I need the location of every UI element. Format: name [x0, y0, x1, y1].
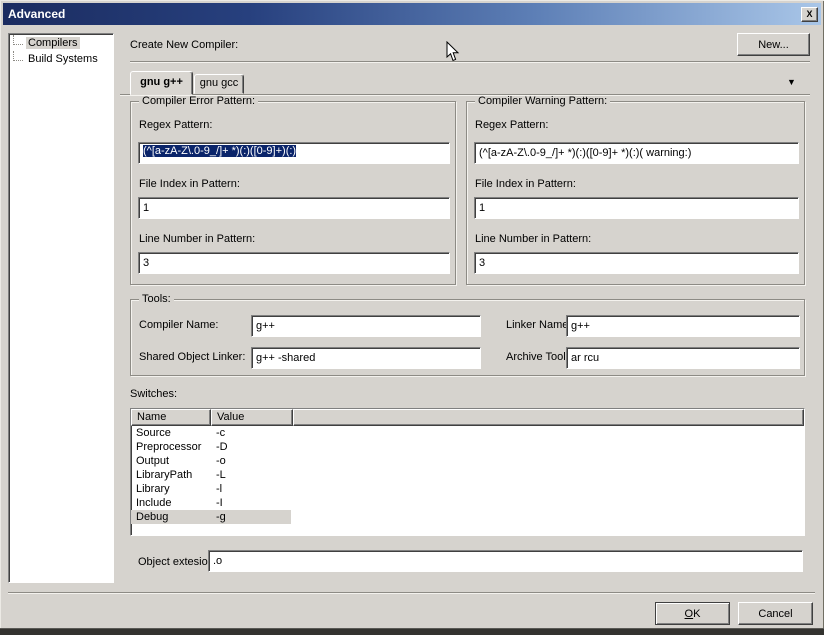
regex-pattern-label: Regex Pattern: — [475, 119, 548, 131]
line-number-label: Line Number in Pattern: — [475, 233, 591, 245]
tree-branch-icon — [13, 35, 23, 45]
table-row[interactable]: Output-o — [131, 454, 804, 468]
error-line-number-input[interactable] — [138, 252, 450, 274]
advanced-dialog: Advanced X Compilers Build Systems Creat… — [0, 0, 824, 635]
object-extension-label: Object extesion: — [138, 556, 217, 568]
tree-branch-icon — [13, 51, 23, 61]
tabstrip-baseline — [120, 94, 810, 96]
tools-group: Tools: Compiler Name: Linker Name: Share… — [130, 299, 805, 376]
switch-value: -o — [211, 454, 226, 468]
archive-tool-label: Archive Tool: — [506, 351, 569, 363]
switches-label: Switches: — [130, 388, 177, 400]
group-title: Tools: — [139, 293, 174, 305]
switch-name: Library — [131, 482, 211, 496]
switch-value: -l — [211, 482, 222, 496]
switch-name: Source — [131, 426, 211, 440]
file-index-label: File Index in Pattern: — [139, 178, 240, 190]
header-separator — [130, 61, 810, 63]
compiler-error-pattern-group: Compiler Error Pattern: Regex Pattern: (… — [130, 101, 456, 285]
switch-name: Preprocessor — [131, 440, 211, 454]
regex-pattern-label: Regex Pattern: — [139, 119, 212, 131]
sidebar-item-build-systems[interactable]: Build Systems — [13, 51, 113, 66]
switch-value: -D — [211, 440, 228, 454]
object-extension-input[interactable] — [208, 550, 803, 572]
line-number-label: Line Number in Pattern: — [139, 233, 255, 245]
warning-file-index-input[interactable] — [474, 197, 799, 219]
file-index-label: File Index in Pattern: — [475, 178, 576, 190]
ok-button[interactable]: OK — [655, 602, 730, 625]
column-header-filler — [293, 409, 804, 426]
switches-table-header: Name Value — [131, 409, 804, 426]
compiler-warning-pattern-group: Compiler Warning Pattern: Regex Pattern:… — [466, 101, 805, 285]
tab-label: gnu gcc — [200, 77, 239, 89]
group-title: Compiler Error Pattern: — [139, 95, 258, 107]
selected-text: (^[a-zA-Z\.0-9_/]+ *)(:)([0-9]+)(:) — [143, 145, 296, 157]
warning-line-number-input[interactable] — [474, 252, 799, 274]
cancel-button[interactable]: Cancel — [738, 602, 813, 625]
tab-label: gnu g++ — [140, 76, 183, 88]
switch-value: -I — [211, 496, 223, 510]
mouse-cursor-icon — [446, 41, 460, 62]
linker-name-input[interactable] — [566, 315, 800, 337]
footer-separator — [8, 592, 815, 594]
column-header-value[interactable]: Value — [211, 409, 293, 426]
close-button[interactable]: X — [801, 7, 818, 22]
sidebar-item-label: Build Systems — [26, 53, 100, 65]
switch-value: -g — [211, 510, 226, 524]
switch-value: -L — [211, 468, 226, 482]
column-header-name[interactable]: Name — [131, 409, 211, 426]
create-new-compiler-label: Create New Compiler: — [130, 39, 238, 51]
shared-object-linker-input[interactable] — [251, 347, 481, 369]
linker-name-label: Linker Name: — [506, 319, 571, 331]
compiler-name-input[interactable] — [251, 315, 481, 337]
table-row[interactable]: Include-I — [131, 496, 804, 510]
sidebar-item-compilers[interactable]: Compilers — [13, 35, 113, 50]
warning-regex-input[interactable] — [474, 142, 799, 164]
bottom-window-edge — [0, 628, 824, 635]
table-row[interactable]: Source-c — [131, 426, 804, 440]
titlebar[interactable]: Advanced X — [3, 3, 821, 25]
switch-name: Output — [131, 454, 211, 468]
sidebar-item-label: Compilers — [26, 37, 80, 49]
new-button[interactable]: New... — [737, 33, 810, 56]
switch-name: LibraryPath — [131, 468, 211, 482]
switches-table-body: Source-cPreprocessor-DOutput-oLibraryPat… — [131, 426, 804, 524]
switch-name: Include — [131, 496, 211, 510]
archive-tool-input[interactable] — [566, 347, 800, 369]
switches-table: Name Value Source-cPreprocessor-DOutput-… — [130, 408, 805, 536]
error-regex-input[interactable]: (^[a-zA-Z\.0-9_/]+ *)(:)([0-9]+)(:) — [138, 142, 450, 164]
tab-gnu-gpp[interactable]: gnu g++ — [130, 71, 193, 95]
table-row[interactable]: LibraryPath-L — [131, 468, 804, 482]
table-row[interactable]: Preprocessor-D — [131, 440, 804, 454]
close-icon: X — [806, 9, 812, 19]
group-title: Compiler Warning Pattern: — [475, 95, 610, 107]
tab-gnu-gcc[interactable]: gnu gcc — [194, 74, 244, 94]
table-row[interactable]: Library-l — [131, 482, 804, 496]
error-file-index-input[interactable] — [138, 197, 450, 219]
sidebar-tree: Compilers Build Systems — [8, 33, 114, 583]
switch-value: -c — [211, 426, 225, 440]
window-title: Advanced — [8, 7, 801, 21]
table-row[interactable]: Debug-g — [131, 510, 804, 524]
compiler-name-label: Compiler Name: — [139, 319, 218, 331]
switch-name: Debug — [131, 510, 211, 524]
tab-overflow-dropdown-icon[interactable]: ▼ — [787, 77, 796, 87]
shared-object-linker-label: Shared Object Linker: — [139, 351, 245, 363]
